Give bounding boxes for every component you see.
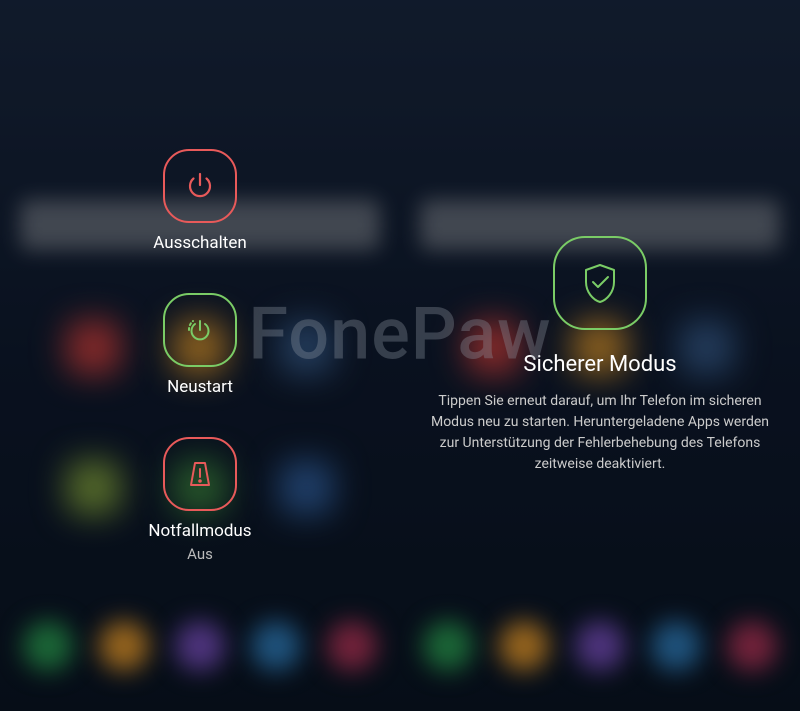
- safe-mode-panel: Sicherer Modus Tippen Sie erneut darauf,…: [400, 0, 800, 711]
- restart-label: Neustart: [167, 377, 233, 397]
- shield-check-icon: [577, 260, 623, 306]
- emergency-status: Aus: [187, 545, 213, 563]
- restart-button[interactable]: Neustart: [163, 293, 237, 397]
- power-menu-panel: Ausschalten Neustart Notfallmodus: [0, 0, 400, 711]
- power-icon: [163, 149, 237, 223]
- emergency-label: Notfallmodus: [148, 521, 251, 541]
- power-off-button[interactable]: Ausschalten: [153, 149, 247, 253]
- safe-mode-description: Tippen Sie erneut darauf, um Ihr Telefon…: [428, 391, 772, 475]
- restart-icon: [163, 293, 237, 367]
- safe-mode-title: Sicherer Modus: [523, 352, 676, 377]
- emergency-icon: [163, 437, 237, 511]
- emergency-mode-button[interactable]: Notfallmodus Aus: [148, 437, 251, 563]
- safe-mode-button[interactable]: [553, 236, 647, 330]
- power-off-label: Ausschalten: [153, 233, 247, 253]
